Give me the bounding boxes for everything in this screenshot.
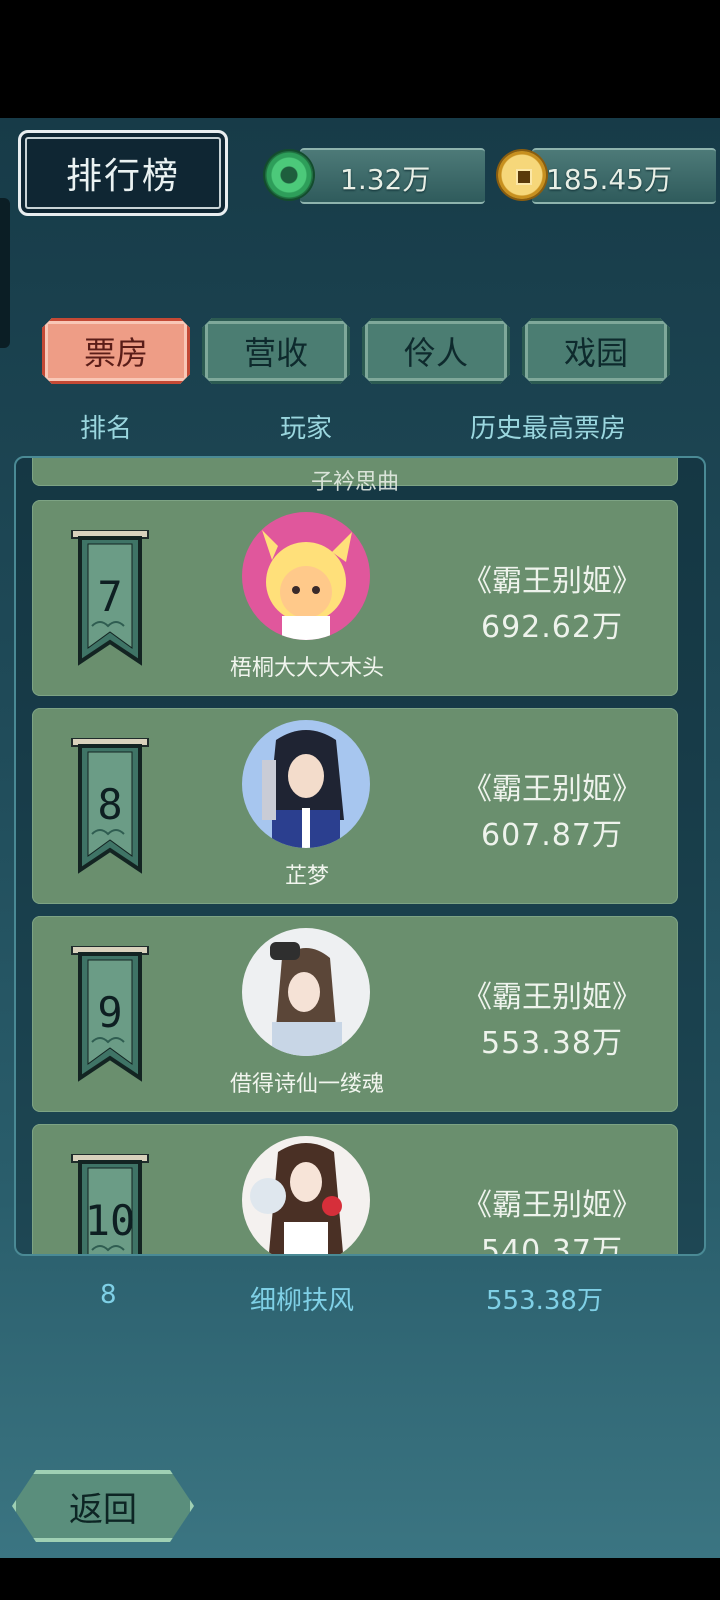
box-office-value: 540.37万 <box>481 1234 623 1256</box>
rank-number: 9 <box>97 988 123 1037</box>
coin-amount: 185.45万 <box>546 163 672 196</box>
box-office-value: 553.38万 <box>481 1026 623 1061</box>
player-name: 梧桐大大大木头 <box>229 656 384 681</box>
play-title: 《霸王别姬》 <box>462 1188 642 1223</box>
coin-icon <box>498 151 546 199</box>
player-avatar[interactable] <box>242 512 370 640</box>
my-box-office: 553.38万 <box>486 1286 603 1316</box>
player-name: 子衿思曲 <box>310 470 399 495</box>
player-avatar[interactable] <box>242 1136 370 1254</box>
tab-box-office[interactable]: 票房 <box>42 318 190 384</box>
player-avatar[interactable] <box>242 928 370 1056</box>
list-item[interactable]: 10 《霸王别姬》 540.37万 <box>32 1124 678 1256</box>
list-item[interactable]: 子衿思曲 <box>32 458 678 495</box>
play-title: 《霸王别姬》 <box>462 980 642 1015</box>
rank-number: 8 <box>97 780 123 829</box>
my-rank: 8 <box>100 1280 117 1310</box>
rank-number: 10 <box>84 1196 136 1245</box>
page-title-plaque: 排行榜 <box>18 130 228 216</box>
list-item[interactable]: 9 借得诗仙一缕魂 《霸王别姬》 553.38万 <box>32 916 678 1112</box>
column-header-best: 历史最高票房 <box>470 414 627 444</box>
back-button[interactable]: 返回 <box>12 1470 194 1542</box>
ranking-list[interactable]: 子衿思曲 7 梧桐大大大木头 《霸王别姬》 692.62万 8 芷梦 《霸王别姬… <box>14 456 706 1256</box>
my-name: 细柳扶风 <box>250 1286 355 1316</box>
jade-currency-bar[interactable]: 1.32万 <box>300 148 485 204</box>
column-header-player: 玩家 <box>280 414 333 444</box>
tab-revenue[interactable]: 营收 <box>202 318 350 384</box>
system-nav-bar <box>0 1558 720 1600</box>
player-avatar[interactable] <box>242 720 370 848</box>
coin-currency-bar[interactable]: 185.45万 <box>532 148 716 204</box>
player-name: 芷梦 <box>284 864 329 889</box>
tab-performers[interactable]: 伶人 <box>362 318 510 384</box>
play-title: 《霸王别姬》 <box>462 564 642 599</box>
column-header-rank: 排名 <box>80 414 133 444</box>
back-button-label: 返回 <box>69 1489 137 1530</box>
player-name: 借得诗仙一缕魂 <box>229 1072 384 1097</box>
play-title: 《霸王别姬》 <box>462 772 642 807</box>
jade-amount: 1.32万 <box>340 163 431 196</box>
page-title: 排行榜 <box>65 156 180 197</box>
side-edge-handle <box>0 198 10 348</box>
tab-theater[interactable]: 戏园 <box>522 318 670 384</box>
list-item[interactable]: 8 芷梦 《霸王别姬》 607.87万 <box>32 708 678 904</box>
leaderboard-screen: 排行榜 1.32万 185.45万 票房 营收 伶人 戏园 排名 玩家 历史最高… <box>0 118 720 1558</box>
box-office-value: 692.62万 <box>481 610 623 645</box>
list-item[interactable]: 7 梧桐大大大木头 《霸王别姬》 692.62万 <box>32 500 678 696</box>
box-office-value: 607.87万 <box>481 818 623 853</box>
jade-icon <box>265 151 313 199</box>
rank-number: 7 <box>97 572 123 621</box>
